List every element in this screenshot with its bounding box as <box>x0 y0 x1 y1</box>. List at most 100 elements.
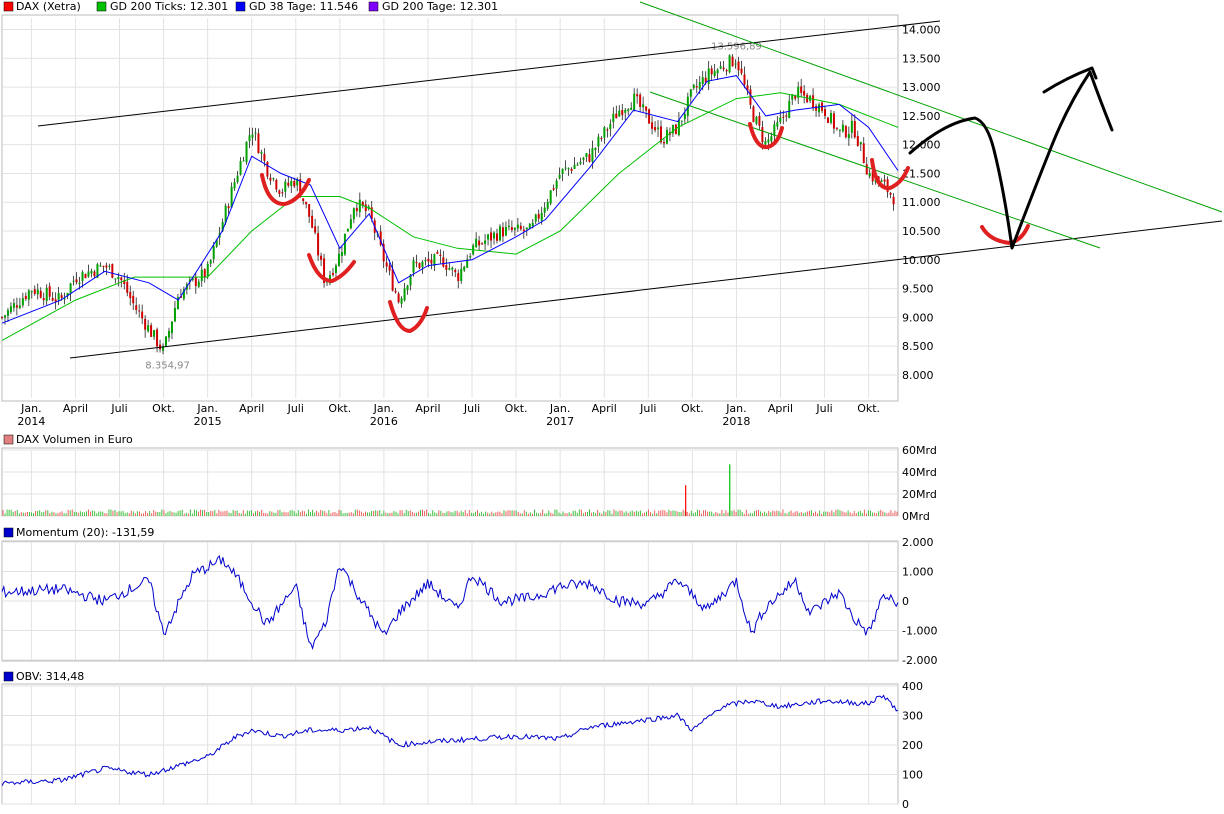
candle-body <box>308 204 311 217</box>
candle-body <box>537 213 540 219</box>
candle-body <box>856 136 859 146</box>
candle-body <box>153 330 156 337</box>
candle-body <box>287 182 290 186</box>
candle-body <box>546 201 549 209</box>
candle-body <box>272 178 275 180</box>
candle-body <box>138 310 141 312</box>
candle-body <box>451 267 454 270</box>
candle-body <box>728 55 731 73</box>
candle-body <box>87 271 90 277</box>
candle-body <box>534 214 537 222</box>
red-mark-6 <box>980 224 1030 246</box>
price-x-tick-label: April <box>768 402 793 415</box>
candle-body <box>263 153 266 161</box>
panel-y-tick-label: 0 <box>902 595 909 608</box>
volume-title: DAX Volumen in Euro <box>16 433 133 446</box>
candle-body <box>495 233 498 241</box>
candle-body <box>576 164 579 166</box>
candle-body <box>245 141 248 163</box>
candle-body <box>844 126 847 138</box>
candle-body <box>248 135 251 142</box>
candle-body <box>841 124 844 132</box>
candle-body <box>549 190 552 204</box>
volume-panel: DAX Volumen in Euro 60Mrd 40Mrd 20Mrd 0Mrd <box>1 433 937 523</box>
price-y-tick-label: 10.000 <box>902 254 941 267</box>
candle-body <box>57 292 60 300</box>
candle-body <box>30 290 33 292</box>
candle-body <box>48 286 51 297</box>
candle-body <box>758 116 761 126</box>
price-y-tick-label: 14.000 <box>902 24 941 37</box>
candle-body <box>519 225 522 230</box>
legend: DAX (Xetra) GD 200 Ticks: 12.301 GD 38 T… <box>3 0 498 13</box>
candle-body <box>579 161 582 164</box>
price-x-year-label: 2017 <box>546 415 574 428</box>
panel-y-tick-label: 2.000 <box>902 536 934 549</box>
volume-panel-frame <box>1 447 899 517</box>
candle-body <box>173 307 176 322</box>
candle-body <box>606 129 609 131</box>
candle-body <box>582 157 585 160</box>
price-x-tick-label: Jan. <box>196 402 217 415</box>
candle-body <box>788 100 791 119</box>
candle-body <box>442 257 445 267</box>
candle-body <box>412 260 415 273</box>
candle-body <box>27 290 30 300</box>
candle-body <box>621 110 624 115</box>
price-x-year-label: 2018 <box>722 415 750 428</box>
candle-body <box>889 192 892 195</box>
candle-body <box>818 104 821 113</box>
candle-body <box>868 173 871 177</box>
candle-body <box>3 315 6 318</box>
candle-body <box>630 107 633 110</box>
candle-body <box>481 243 484 245</box>
candle-body <box>683 113 686 120</box>
price-y-tick-label: 11.000 <box>902 196 941 209</box>
candle-body <box>800 86 803 93</box>
candle-body <box>689 89 692 97</box>
price-y-tick-label: 10.500 <box>902 225 941 238</box>
price-y-tick-label: 9.000 <box>902 311 934 324</box>
candle-body <box>770 136 773 142</box>
candle-body <box>824 109 827 117</box>
candle-body <box>594 148 597 151</box>
candle-body <box>364 204 367 212</box>
legend-label-gd38: GD 38 Tage: 11.546 <box>249 0 358 13</box>
candle-body <box>504 226 507 236</box>
candle-body <box>388 265 391 271</box>
candle-body <box>463 266 466 271</box>
candle-body <box>200 269 203 282</box>
candle-body <box>731 56 734 67</box>
candle-body <box>773 124 776 136</box>
candle-body <box>585 153 588 158</box>
candle-body <box>260 152 263 154</box>
momentum-title: Momentum (20): -131,59 <box>16 526 154 539</box>
candle-body <box>847 134 850 139</box>
candle-body <box>108 265 111 267</box>
panel-y-tick-label: 100 <box>902 769 923 782</box>
obv-panel: OBV: 314,48 400 300 200 100 0 <box>1 670 923 811</box>
price-y-tick-label: 12.500 <box>902 110 941 123</box>
candle-body <box>815 106 818 111</box>
candle-body <box>334 265 337 273</box>
candle-body <box>275 179 278 190</box>
candle-body <box>132 295 135 304</box>
price-y-tick-label: 13.500 <box>902 52 941 65</box>
candle-body <box>254 132 257 134</box>
candle-body <box>755 116 758 124</box>
dax-chart-figure: DAX (Xetra) GD 200 Ticks: 12.301 GD 38 T… <box>1 0 1223 811</box>
candle-body <box>737 61 740 71</box>
candle-body <box>278 190 281 194</box>
candle-body <box>99 265 102 267</box>
candle-body <box>639 94 642 108</box>
candle-body <box>355 207 358 212</box>
legend-swatch-gd200-tage <box>368 1 379 12</box>
panel-y-tick-label: 1.000 <box>902 566 934 579</box>
candle-body <box>603 127 606 138</box>
candle-body <box>424 260 427 262</box>
panel-y-tick-label: 300 <box>902 710 923 723</box>
candle-body <box>591 148 594 162</box>
candle-body <box>457 272 460 282</box>
candle-body <box>150 325 153 337</box>
candle-body <box>722 67 725 70</box>
